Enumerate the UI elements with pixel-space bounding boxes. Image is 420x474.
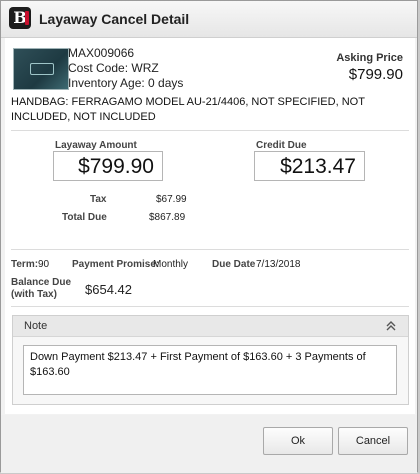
term-value: 90 xyxy=(38,259,50,270)
payment-promise-label: Payment Promise: xyxy=(72,259,160,270)
balance-due-sublabel: (with Tax) xyxy=(11,289,57,300)
dialog-content: MAX009066 Cost Code: WRZ Inventory Age: … xyxy=(5,38,415,414)
term-label: Term: xyxy=(11,259,39,270)
layaway-amount-label: Layaway Amount xyxy=(55,140,137,151)
total-due-label: Total Due xyxy=(62,212,107,223)
chevron-double-up-icon[interactable] xyxy=(384,319,398,333)
item-cost-code: Cost Code: WRZ xyxy=(68,61,159,75)
note-header[interactable]: Note xyxy=(13,316,408,337)
credit-due-label: Credit Due xyxy=(256,140,307,151)
handbag-thumbnail xyxy=(13,48,69,90)
due-date-label: Due Date xyxy=(212,259,256,270)
item-description: HANDBAG: FERRAGAMO MODEL AU-21/4406, NOT… xyxy=(11,96,365,123)
dialog-window: B Layaway Cancel Detail MAX009066 Cost C… xyxy=(0,0,418,473)
note-textarea[interactable]: Down Payment $213.47 + First Payment of … xyxy=(23,345,397,395)
asking-price-label: Asking Price xyxy=(336,52,403,64)
asking-price-value: $799.90 xyxy=(348,66,403,83)
tax-value: $67.99 xyxy=(156,194,187,205)
thumbnail-badge xyxy=(30,63,54,75)
payment-promise-value: Monthly xyxy=(153,259,189,270)
item-info: MAX009066 Cost Code: WRZ Inventory Age: … xyxy=(68,46,183,91)
cancel-button[interactable]: Cancel xyxy=(338,427,408,455)
dialog-footer: Ok Cancel xyxy=(1,415,417,473)
divider xyxy=(11,130,409,131)
divider xyxy=(11,249,409,250)
app-logo-icon: B xyxy=(9,7,31,29)
total-due-value: $867.89 xyxy=(149,212,186,223)
divider xyxy=(11,306,409,307)
balance-due-label: Balance Due xyxy=(11,277,72,288)
title-bar: B Layaway Cancel Detail xyxy=(1,1,417,38)
note-panel: Note Down Payment $213.47 + First Paymen… xyxy=(12,315,409,405)
dialog-title: Layaway Cancel Detail xyxy=(39,11,190,27)
item-sku: MAX009066 xyxy=(68,46,135,60)
tax-label: Tax xyxy=(90,194,107,205)
note-title: Note xyxy=(24,320,48,332)
item-inventory-age: Inventory Age: 0 days xyxy=(68,76,184,90)
due-date-value: 7/13/2018 xyxy=(256,259,301,270)
balance-due-value: $654.42 xyxy=(85,282,132,297)
layaway-amount-field: $799.90 xyxy=(53,151,163,181)
ok-button[interactable]: Ok xyxy=(263,427,333,455)
credit-due-field: $213.47 xyxy=(254,151,365,181)
